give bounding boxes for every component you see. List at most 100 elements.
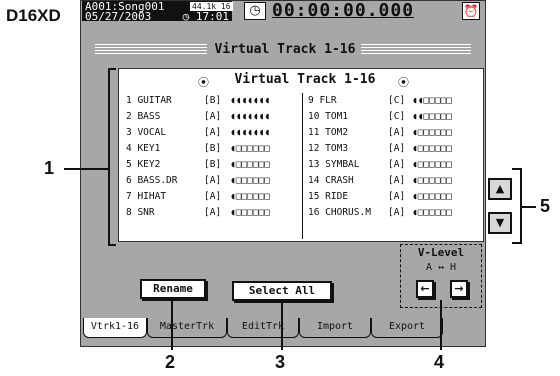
- callout-1-line: [64, 168, 108, 170]
- select-all-button[interactable]: Select All: [232, 281, 332, 301]
- track-param: [A]: [204, 111, 222, 122]
- track-row[interactable]: 12 TOM3 [A] ◖□□□□□□: [308, 142, 480, 156]
- track-row[interactable]: 14 CRASH [A] ◖□□□□□□: [308, 174, 480, 188]
- track-name: 11 TOM2: [308, 127, 349, 138]
- scroll-up-icon: ▲: [495, 182, 505, 195]
- v-level-range: A ↔ H: [425, 262, 457, 273]
- track-param: [A]: [388, 159, 406, 170]
- rename-button[interactable]: Rename: [140, 279, 206, 299]
- track-row[interactable]: 16 CHORUS.M [A] ◖□□□□□□: [308, 206, 480, 220]
- callout-4: 4: [434, 352, 445, 372]
- callout-3: 3: [275, 352, 286, 372]
- track-row[interactable]: 1 GUITAR [B] ◖◖◖◖◖◖◖: [126, 94, 302, 108]
- track-param: [A]: [388, 191, 406, 202]
- current-time: ◷ 17:01: [182, 10, 229, 23]
- panel-title: Virtual Track 1-16: [234, 72, 376, 87]
- scroll-up-button[interactable]: ▲: [488, 178, 512, 200]
- callout-3-line: [281, 302, 283, 350]
- clock-icon[interactable]: ◷: [244, 2, 266, 20]
- track-name: 8 SNR: [126, 207, 155, 218]
- v-level-left-button[interactable]: ←: [416, 280, 434, 298]
- track-name: 12 TOM3: [308, 143, 349, 154]
- scroll-down-button[interactable]: ▼: [488, 212, 512, 234]
- track-name: 7 HIHAT: [126, 191, 167, 202]
- track-param: [A]: [388, 127, 406, 138]
- track-name: 6 BASS.DR: [126, 175, 178, 186]
- track-level: ◖◖□□□□□: [412, 95, 453, 106]
- track-param: [B]: [204, 95, 222, 106]
- callout-1: 1: [44, 158, 55, 178]
- v-level-right-button[interactable]: →: [450, 280, 468, 298]
- arrow-right-icon: →: [454, 282, 464, 295]
- track-level: ◖□□□□□□: [412, 175, 453, 186]
- track-name: 15 RIDE: [308, 191, 349, 202]
- track-name: 1 GUITAR: [126, 95, 172, 106]
- tab-mastertrk[interactable]: MasterTrk: [147, 318, 227, 338]
- track-param: [B]: [204, 159, 222, 170]
- track-param: [C]: [388, 95, 406, 106]
- track-level: ◖□□□□□□: [230, 191, 271, 202]
- scroll-down-icon: ▼: [495, 216, 505, 229]
- disk-icon-right: ⦿: [398, 76, 409, 89]
- track-level: ◖□□□□□□: [230, 175, 271, 186]
- callout-1-bracket: [108, 68, 116, 246]
- tab-import[interactable]: Import: [299, 318, 371, 338]
- song-date: 05/27/2003: [85, 10, 152, 23]
- track-row[interactable]: 4 KEY1 [B] ◖□□□□□□: [126, 142, 302, 156]
- track-param: [A]: [388, 143, 406, 154]
- track-level: ◖□□□□□□: [230, 143, 271, 154]
- track-row[interactable]: 10 TOM1 [C] ◖◖□□□□□: [308, 110, 480, 124]
- track-name: 9 FLR: [308, 95, 337, 106]
- track-row[interactable]: 6 BASS.DR [A] ◖□□□□□□: [126, 174, 302, 188]
- callout-5: 5: [540, 196, 551, 216]
- tab-edittrk[interactable]: EditTrk: [227, 318, 299, 338]
- track-name: 2 BASS: [126, 111, 161, 122]
- track-row[interactable]: 15 RIDE [A] ◖□□□□□□: [308, 190, 480, 204]
- v-level-label: V-Level: [417, 246, 465, 259]
- track-param: [A]: [204, 207, 222, 218]
- sample-rate-badge: 44.1k 16: [190, 2, 233, 11]
- track-row[interactable]: 2 BASS [A] ◖◖◖◖◖◖◖: [126, 110, 302, 124]
- track-level: ◖□□□□□□: [412, 207, 453, 218]
- track-param: [A]: [388, 175, 406, 186]
- track-name: 16 CHORUS.M: [308, 207, 371, 218]
- track-level: ◖◖◖◖◖◖◖: [230, 127, 271, 138]
- track-row[interactable]: 11 TOM2 [A] ◖□□□□□□: [308, 126, 480, 140]
- track-row[interactable]: 3 VOCAL [A] ◖◖◖◖◖◖◖: [126, 126, 302, 140]
- track-level: ◖□□□□□□: [230, 207, 271, 218]
- track-row[interactable]: 8 SNR [A] ◖□□□□□□: [126, 206, 302, 220]
- track-level: ◖◖◖◖◖◖◖: [230, 95, 271, 106]
- screen-title: Virtual Track 1-16: [214, 42, 356, 57]
- track-row[interactable]: 13 SYMBAL [A] ◖□□□□□□: [308, 158, 480, 172]
- tab-vtrk1-16[interactable]: Vtrk1-16: [83, 318, 147, 338]
- title-stripes-left: [95, 44, 207, 54]
- model-label: D16XD: [6, 6, 61, 25]
- callout-4-line: [440, 300, 442, 350]
- track-row[interactable]: 9 FLR [C] ◖◖□□□□□: [308, 94, 480, 108]
- track-level: ◖□□□□□□: [412, 127, 453, 138]
- track-level: ◖□□□□□□: [230, 159, 271, 170]
- column-divider: [302, 93, 303, 239]
- track-name: 10 TOM1: [308, 111, 349, 122]
- track-row[interactable]: 7 HIHAT [A] ◖□□□□□□: [126, 190, 302, 204]
- tab-export[interactable]: Export: [371, 318, 443, 338]
- time-counter: 00:00:00.000: [272, 0, 415, 21]
- track-param: [A]: [204, 127, 222, 138]
- alarm-clock-icon[interactable]: ⏰: [462, 2, 480, 20]
- callout-5-line: [522, 206, 536, 208]
- track-param: [A]: [204, 191, 222, 202]
- track-param: [A]: [204, 175, 222, 186]
- track-level: ◖◖◖◖◖◖◖: [230, 111, 271, 122]
- track-name: 4 KEY1: [126, 143, 161, 154]
- callout-2: 2: [165, 352, 176, 372]
- track-name: 14 CRASH: [308, 175, 354, 186]
- track-name: 3 VOCAL: [126, 127, 167, 138]
- track-param: [C]: [388, 111, 406, 122]
- track-level: ◖□□□□□□: [412, 143, 453, 154]
- callout-5-bracket: [512, 168, 522, 244]
- track-level: ◖□□□□□□: [412, 159, 453, 170]
- track-name: 13 SYMBAL: [308, 159, 360, 170]
- track-param: [A]: [388, 207, 406, 218]
- track-level: ◖□□□□□□: [412, 191, 453, 202]
- track-row[interactable]: 5 KEY2 [B] ◖□□□□□□: [126, 158, 302, 172]
